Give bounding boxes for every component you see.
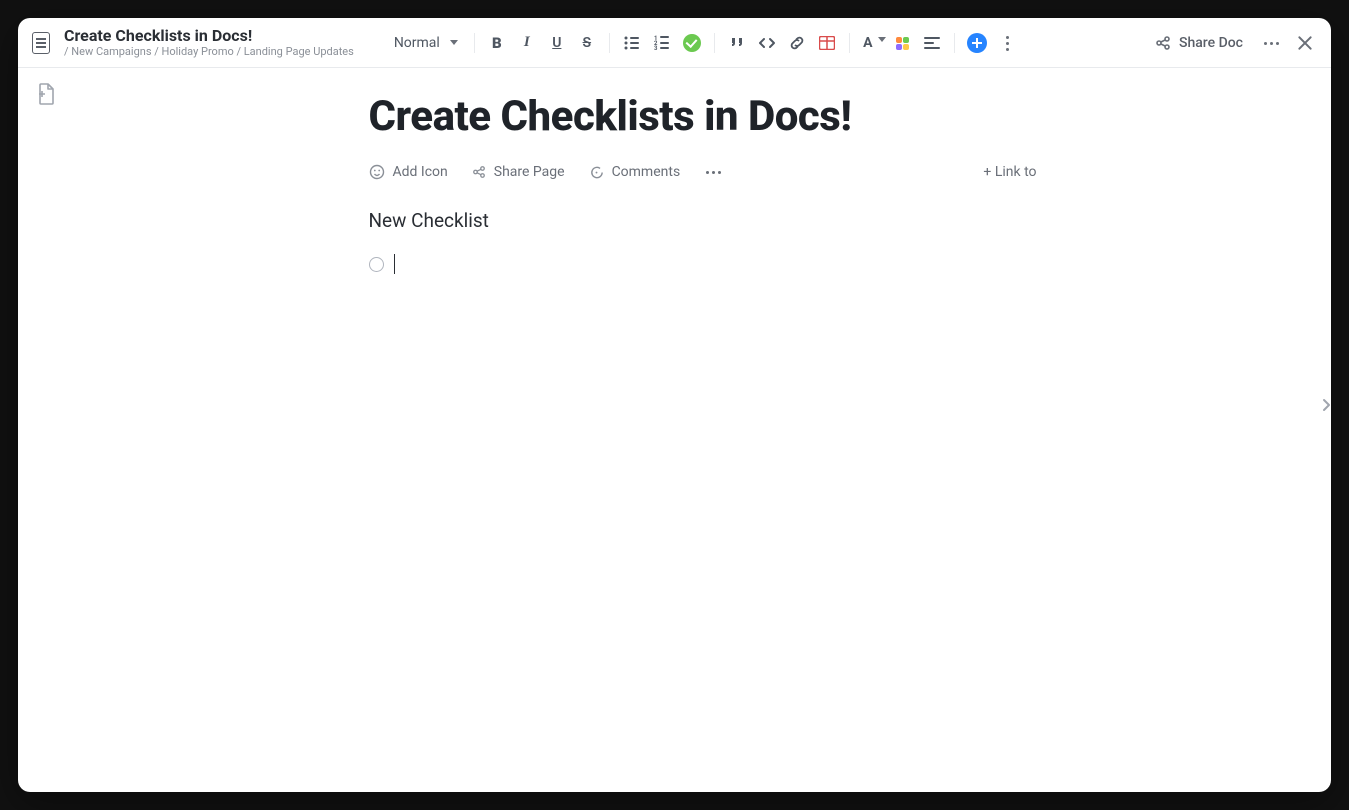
toolbar-separator bbox=[714, 33, 715, 53]
text-style-dropdown[interactable]: Normal bbox=[388, 33, 464, 53]
toolbar-separator bbox=[954, 33, 955, 53]
comments-label: Comments bbox=[612, 164, 681, 180]
highlight-color-button[interactable] bbox=[890, 31, 914, 55]
checklist-checkbox[interactable] bbox=[369, 257, 384, 272]
left-gutter bbox=[18, 68, 74, 792]
more-horizontal-icon bbox=[1262, 34, 1280, 52]
more-vertical-icon bbox=[998, 34, 1016, 52]
link-button[interactable] bbox=[785, 31, 809, 55]
add-page-button[interactable] bbox=[34, 82, 58, 106]
chevron-right-icon bbox=[1321, 397, 1331, 413]
toolbar-more-button[interactable] bbox=[995, 31, 1019, 55]
code-button[interactable] bbox=[755, 31, 779, 55]
comments-action[interactable]: Comments bbox=[589, 164, 681, 180]
content-area[interactable]: Create Checklists in Docs! Add Icon bbox=[74, 68, 1331, 792]
numbered-list-button[interactable]: 1 2 3 bbox=[650, 31, 674, 55]
add-icon-label: Add Icon bbox=[393, 164, 448, 180]
bold-button[interactable]: B bbox=[485, 31, 509, 55]
align-button[interactable] bbox=[920, 31, 944, 55]
header-toolbar: Create Checklists in Docs! / New Campaig… bbox=[18, 18, 1331, 68]
header-more-button[interactable] bbox=[1259, 31, 1283, 55]
checklist-button[interactable] bbox=[680, 31, 704, 55]
doc-icon bbox=[32, 32, 50, 54]
close-icon bbox=[1296, 34, 1314, 52]
page-actions: Add Icon Share Page bbox=[369, 163, 1037, 181]
quote-button[interactable] bbox=[725, 31, 749, 55]
colors-icon bbox=[894, 35, 910, 51]
doc-window: Create Checklists in Docs! / New Campaig… bbox=[18, 18, 1331, 792]
share-doc-label: Share Doc bbox=[1179, 35, 1243, 51]
toolbar-separator bbox=[474, 33, 475, 53]
comment-icon bbox=[589, 165, 604, 180]
toolbar-separator bbox=[609, 33, 610, 53]
checklist-item[interactable] bbox=[369, 254, 1037, 274]
chevron-down-icon bbox=[878, 37, 886, 42]
section-heading[interactable]: New Checklist bbox=[369, 209, 1037, 232]
font-color-button[interactable]: A bbox=[860, 31, 884, 55]
italic-button[interactable]: I bbox=[515, 31, 539, 55]
insert-button[interactable] bbox=[965, 31, 989, 55]
share-doc-button[interactable]: Share Doc bbox=[1149, 31, 1249, 55]
link-to-action[interactable]: + Link to bbox=[983, 164, 1036, 180]
bullet-list-button[interactable] bbox=[620, 31, 644, 55]
content-inner: Create Checklists in Docs! Add Icon bbox=[353, 92, 1053, 274]
svg-text:3: 3 bbox=[654, 45, 658, 52]
page-more-button[interactable] bbox=[704, 163, 722, 181]
share-page-action[interactable]: Share Page bbox=[472, 164, 565, 180]
text-cursor bbox=[394, 254, 395, 274]
emoji-icon bbox=[369, 164, 385, 180]
text-style-value: Normal bbox=[394, 35, 440, 51]
underline-button[interactable]: U bbox=[545, 31, 569, 55]
table-button[interactable] bbox=[815, 31, 839, 55]
breadcrumb[interactable]: / New Campaigns / Holiday Promo / Landin… bbox=[64, 45, 354, 58]
chevron-down-icon bbox=[450, 40, 458, 45]
title-block: Create Checklists in Docs! / New Campaig… bbox=[64, 27, 354, 58]
plus-circle-icon bbox=[967, 33, 987, 53]
page-title[interactable]: Create Checklists in Docs! bbox=[369, 92, 1037, 141]
add-icon-action[interactable]: Add Icon bbox=[369, 164, 448, 180]
close-button[interactable] bbox=[1293, 31, 1317, 55]
check-circle-icon bbox=[683, 34, 701, 52]
doc-title[interactable]: Create Checklists in Docs! bbox=[64, 27, 354, 45]
share-page-label: Share Page bbox=[494, 164, 565, 180]
toolbar-separator bbox=[849, 33, 850, 53]
doc-body: Create Checklists in Docs! Add Icon bbox=[18, 68, 1331, 792]
formatting-toolbar: Normal B I U S 1 bbox=[388, 31, 1019, 55]
side-panel-toggle[interactable] bbox=[1319, 385, 1331, 425]
share-icon bbox=[1155, 35, 1171, 51]
strikethrough-button[interactable]: S bbox=[575, 31, 599, 55]
share-icon bbox=[472, 165, 486, 179]
